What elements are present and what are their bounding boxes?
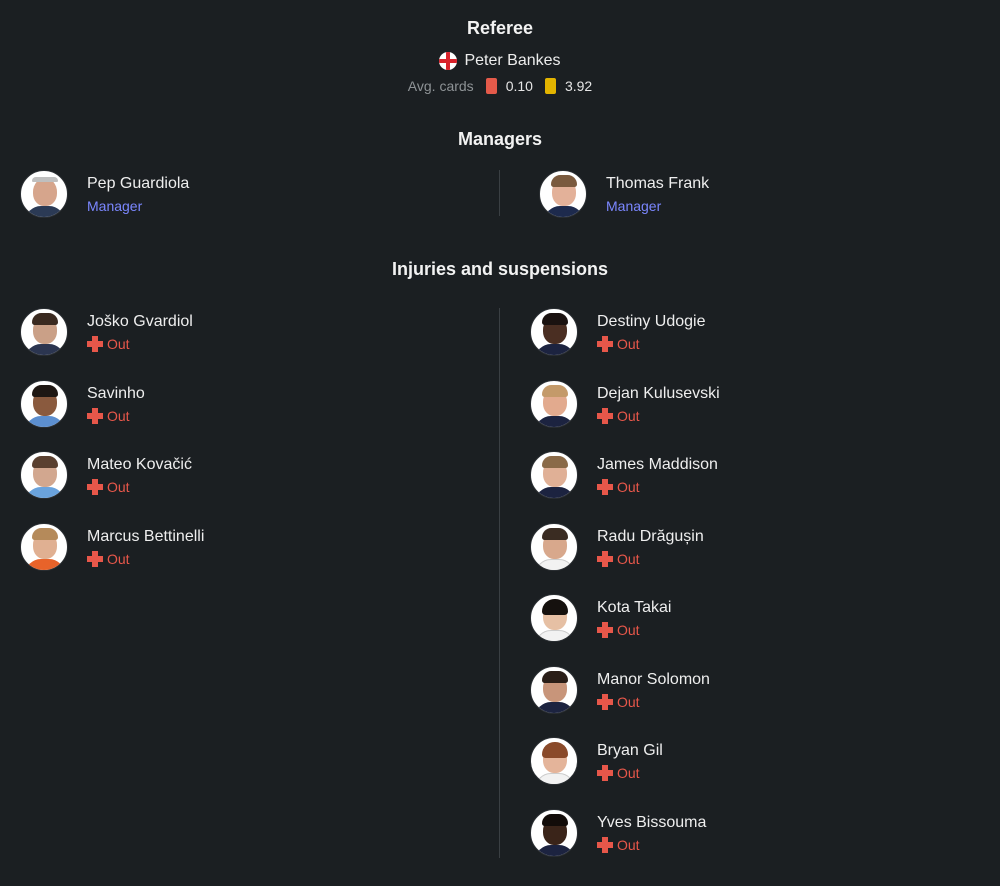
injury-status: Out	[597, 478, 718, 496]
injury-item[interactable]: Destiny Udogie Out	[530, 308, 706, 356]
injury-item[interactable]: James Maddison Out	[530, 451, 718, 499]
injury-cross-icon	[597, 550, 613, 567]
avatar	[530, 308, 578, 356]
manager-name: Thomas Frank	[606, 174, 710, 192]
status-label: Out	[107, 407, 130, 424]
status-label: Out	[617, 335, 640, 352]
referee-row: Peter Bankes	[0, 52, 1000, 70]
player-name: Radu Drăgușin	[597, 527, 704, 545]
player-name: Manor Solomon	[597, 670, 710, 688]
injury-cross-icon	[597, 621, 613, 638]
red-card-icon	[485, 78, 497, 94]
injury-status: Out	[597, 764, 663, 782]
injury-item[interactable]: Yves Bissouma Out	[530, 809, 706, 857]
injury-status: Out	[597, 836, 706, 854]
player-name: Mateo Kovačić	[87, 455, 192, 473]
injury-cross-icon	[87, 550, 103, 567]
status-label: Out	[617, 478, 640, 495]
injuries-divider	[499, 308, 500, 858]
avatar	[530, 666, 578, 714]
injury-cross-icon	[597, 478, 613, 495]
injury-cross-icon	[87, 407, 103, 424]
avatar	[530, 523, 578, 571]
injury-cross-icon	[597, 836, 613, 853]
status-label: Out	[617, 764, 640, 781]
injury-cross-icon	[87, 478, 103, 495]
status-label: Out	[107, 478, 130, 495]
injury-status: Out	[87, 478, 192, 496]
injury-status: Out	[597, 621, 671, 639]
avatar	[530, 809, 578, 857]
red-card-avg: 0.10	[505, 78, 533, 94]
status-label: Out	[617, 550, 640, 567]
yellow-card-icon	[544, 78, 556, 94]
avatar	[20, 523, 68, 571]
injury-status: Out	[597, 693, 710, 711]
injury-item[interactable]: Mateo Kovačić Out	[20, 451, 192, 499]
injury-item[interactable]: Kota Takai Out	[530, 594, 671, 642]
injury-cross-icon	[597, 764, 613, 781]
manager-role: Manager	[606, 197, 662, 214]
avatar	[20, 451, 68, 499]
injury-item[interactable]: Manor Solomon Out	[530, 666, 710, 714]
injury-status: Out	[87, 335, 193, 353]
manager-name: Pep Guardiola	[87, 174, 190, 192]
injury-status: Out	[597, 407, 720, 425]
status-label: Out	[617, 693, 640, 710]
injury-item[interactable]: Savinho Out	[20, 380, 145, 428]
player-name: Bryan Gil	[597, 741, 663, 759]
injury-item[interactable]: Joško Gvardiol Out	[20, 308, 193, 356]
injury-item[interactable]: Radu Drăgușin Out	[530, 523, 704, 571]
status-label: Out	[107, 335, 130, 352]
avatar	[539, 170, 587, 218]
status-label: Out	[617, 407, 640, 424]
player-name: Marcus Bettinelli	[87, 527, 205, 545]
referee-title: Referee	[466, 18, 534, 38]
player-name: Destiny Udogie	[597, 312, 706, 330]
avatar	[20, 380, 68, 428]
player-name: Kota Takai	[597, 598, 672, 616]
yellow-card-avg: 3.92	[564, 78, 593, 94]
injury-item[interactable]: Marcus Bettinelli Out	[20, 523, 204, 571]
player-name: James Maddison	[597, 455, 718, 473]
status-label: Out	[107, 550, 130, 567]
injuries-title: Injuries and suspensions	[391, 259, 609, 279]
injury-cross-icon	[597, 693, 613, 710]
injury-status: Out	[597, 550, 704, 568]
referee-name[interactable]: Peter Bankes	[464, 52, 560, 70]
avatar	[530, 380, 578, 428]
injury-cross-icon	[87, 335, 103, 352]
avatar	[530, 737, 578, 785]
match-info-page: Referee Peter Bankes Avg. cards 0.10 3.9…	[0, 0, 1000, 886]
injury-item[interactable]: Dejan Kulusevski Out	[530, 380, 720, 428]
status-label: Out	[617, 836, 640, 853]
player-name: Savinho	[87, 384, 145, 402]
england-flag-icon	[439, 52, 458, 70]
status-label: Out	[617, 621, 640, 638]
player-name: Dejan Kulusevski	[597, 384, 720, 402]
referee-avg-cards: Avg. cards 0.10 3.92	[0, 78, 1000, 94]
avatar	[20, 170, 68, 218]
injury-item[interactable]: Bryan Gil Out	[530, 737, 663, 785]
managers-divider	[499, 170, 500, 216]
avatar	[530, 594, 578, 642]
manager-role: Manager	[87, 197, 143, 214]
player-name: Joško Gvardiol	[87, 312, 193, 330]
avg-cards-label: Avg. cards	[407, 78, 474, 94]
avatar	[20, 308, 68, 356]
managers-title: Managers	[457, 129, 543, 149]
manager-home[interactable]: Pep Guardiola Manager	[20, 170, 189, 218]
injury-status: Out	[87, 407, 145, 425]
injury-cross-icon	[597, 335, 613, 352]
player-name: Yves Bissouma	[597, 813, 707, 831]
manager-away[interactable]: Thomas Frank Manager	[539, 170, 709, 218]
avatar	[530, 451, 578, 499]
injury-status: Out	[87, 550, 204, 568]
injury-cross-icon	[597, 407, 613, 424]
injury-status: Out	[597, 335, 706, 353]
